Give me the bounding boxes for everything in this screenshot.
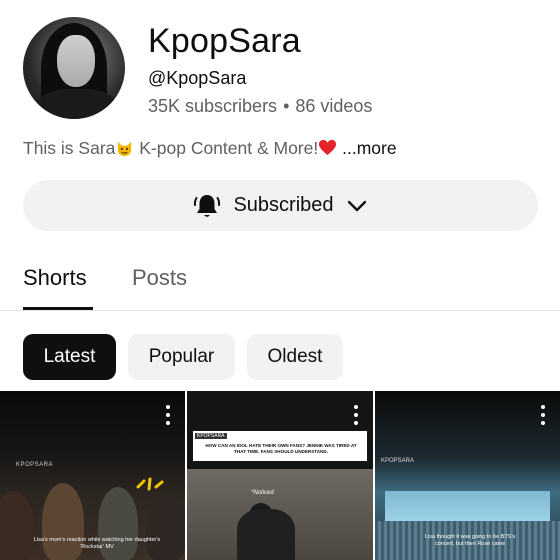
avatar-body: [37, 89, 117, 119]
description-text-1: This is Sara: [23, 138, 116, 158]
avatar-face: [57, 35, 95, 87]
concert-stage: [385, 491, 550, 523]
subscribed-button[interactable]: Subscribed: [23, 180, 538, 231]
channel-name: KpopSara: [148, 22, 301, 60]
short-thumbnail-1[interactable]: KPOPSARA Lisa's mom's reaction while wat…: [0, 391, 185, 560]
channel-handle: @KpopSara: [148, 68, 247, 88]
channel-description[interactable]: This is Sara K-pop Content & More! ...mo…: [23, 138, 397, 159]
subscribed-label: Subscribed: [233, 194, 334, 216]
sort-chip-oldest[interactable]: Oldest: [247, 334, 343, 380]
more-options-icon[interactable]: [353, 405, 359, 427]
chevron-down-icon: [347, 200, 366, 211]
short-caption: Lisa's mom's reaction while watching her…: [33, 537, 161, 550]
short-watermark: KPOPSARA: [195, 433, 227, 439]
short-thumbnail-2[interactable]: KPOPSARA HOW CAN AN IDOL HATE THEIR OWN …: [187, 391, 373, 560]
sparkle-icon: [136, 477, 164, 491]
stats-separator: •: [283, 96, 290, 116]
short-watermark: KPOPSARA: [381, 458, 415, 464]
short-watermark: KPOPSARA: [16, 462, 54, 468]
sort-chip-popular[interactable]: Popular: [128, 334, 235, 380]
tab-shorts[interactable]: Shorts: [23, 265, 87, 291]
cat-face-emoji-icon: [118, 141, 132, 157]
channel-stats: 35K subscribers • 86 videos: [148, 96, 372, 117]
video-count: 86 videos: [295, 96, 373, 116]
short-title-card: KPOPSARA HOW CAN AN IDOL HATE THEIR OWN …: [193, 431, 367, 461]
short-overlay-text: *Noticed: [251, 490, 274, 496]
more-options-icon[interactable]: [540, 405, 546, 427]
thumbnail-person: [237, 509, 295, 560]
tab-posts[interactable]: Posts: [132, 265, 187, 291]
more-options-icon[interactable]: [165, 405, 171, 427]
active-tab-indicator: [23, 307, 93, 310]
short-caption: Lisa thought it was going to be BTS's co…: [424, 534, 516, 547]
channel-tabs: Shorts Posts: [0, 255, 560, 311]
sort-chip-latest[interactable]: Latest: [23, 334, 116, 380]
description-text-2: K-pop Content & More!: [134, 138, 319, 158]
description-more-link[interactable]: ...more: [337, 138, 396, 158]
short-thumbnail-3[interactable]: KPOPSARA Lisa thought it was going to be…: [375, 391, 560, 560]
channel-avatar[interactable]: [23, 17, 125, 119]
red-heart-emoji-icon: [319, 139, 337, 156]
bell-icon: [194, 194, 221, 217]
short-caption: HOW CAN AN IDOL HATE THEIR OWN FANS? JEN…: [205, 443, 357, 454]
subscriber-count: 35K subscribers: [148, 96, 278, 116]
